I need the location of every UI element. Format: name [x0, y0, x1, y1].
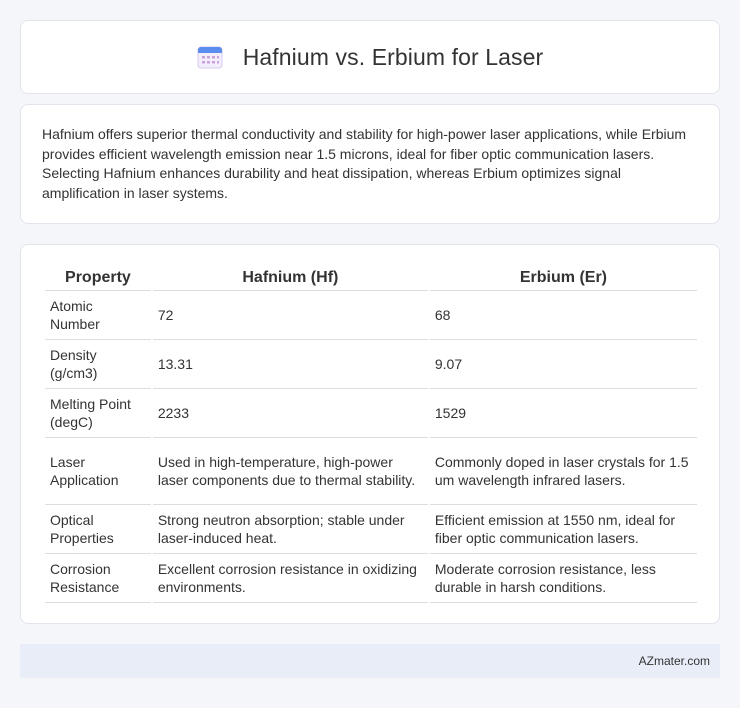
cell-hafnium: 2233: [152, 389, 428, 438]
comparison-table: Property Hafnium (Hf) Erbium (Er) Atomic…: [43, 266, 699, 603]
table-row: Optical Properties Strong neutron absorp…: [45, 505, 697, 554]
header-erbium: Erbium (Er): [429, 266, 697, 291]
cell-erbium: Commonly doped in laser crystals for 1.5…: [429, 438, 697, 505]
cell-property: Density (g/cm3): [45, 340, 151, 389]
table-row: Atomic Number 72 68: [45, 291, 697, 340]
header-hafnium: Hafnium (Hf): [152, 266, 428, 291]
cell-property: Melting Point (degC): [45, 389, 151, 438]
cell-hafnium: 72: [152, 291, 428, 340]
cell-hafnium: Strong neutron absorption; stable under …: [152, 505, 428, 554]
footer-site-label: AZmater.com: [638, 654, 710, 668]
cell-erbium: 68: [429, 291, 697, 340]
intro-paragraph: Hafnium offers superior thermal conducti…: [42, 126, 687, 201]
table-row: Density (g/cm3) 13.31 9.07: [45, 340, 697, 389]
table-header-row: Property Hafnium (Hf) Erbium (Er): [45, 266, 697, 291]
cell-property: Corrosion Resistance: [45, 554, 151, 603]
page-title: Hafnium vs. Erbium for Laser: [242, 43, 544, 70]
title-wrap: Hafnium vs. Erbium for Laser: [197, 44, 544, 71]
cell-erbium: Efficient emission at 1550 nm, ideal for…: [429, 505, 697, 554]
table-row: Laser Application Used in high-temperatu…: [45, 438, 697, 505]
title-card: Hafnium vs. Erbium for Laser: [20, 20, 720, 94]
cell-erbium: 9.07: [429, 340, 697, 389]
calendar-icon: [197, 46, 223, 69]
cell-erbium: Moderate corrosion resistance, less dura…: [429, 554, 697, 603]
cell-hafnium: 13.31: [152, 340, 428, 389]
cell-property: Atomic Number: [45, 291, 151, 340]
cell-erbium: 1529: [429, 389, 697, 438]
table-row: Melting Point (degC) 2233 1529: [45, 389, 697, 438]
cell-hafnium: Excellent corrosion resistance in oxidiz…: [152, 554, 428, 603]
intro-card: Hafnium offers superior thermal conducti…: [20, 104, 720, 224]
comparison-card: Property Hafnium (Hf) Erbium (Er) Atomic…: [20, 244, 720, 624]
table-row: Corrosion Resistance Excellent corrosion…: [45, 554, 697, 603]
footer: AZmater.com: [20, 644, 720, 678]
cell-property: Laser Application: [45, 438, 151, 505]
cell-hafnium: Used in high-temperature, high-power las…: [152, 438, 428, 505]
header-property: Property: [45, 266, 151, 291]
cell-property: Optical Properties: [45, 505, 151, 554]
